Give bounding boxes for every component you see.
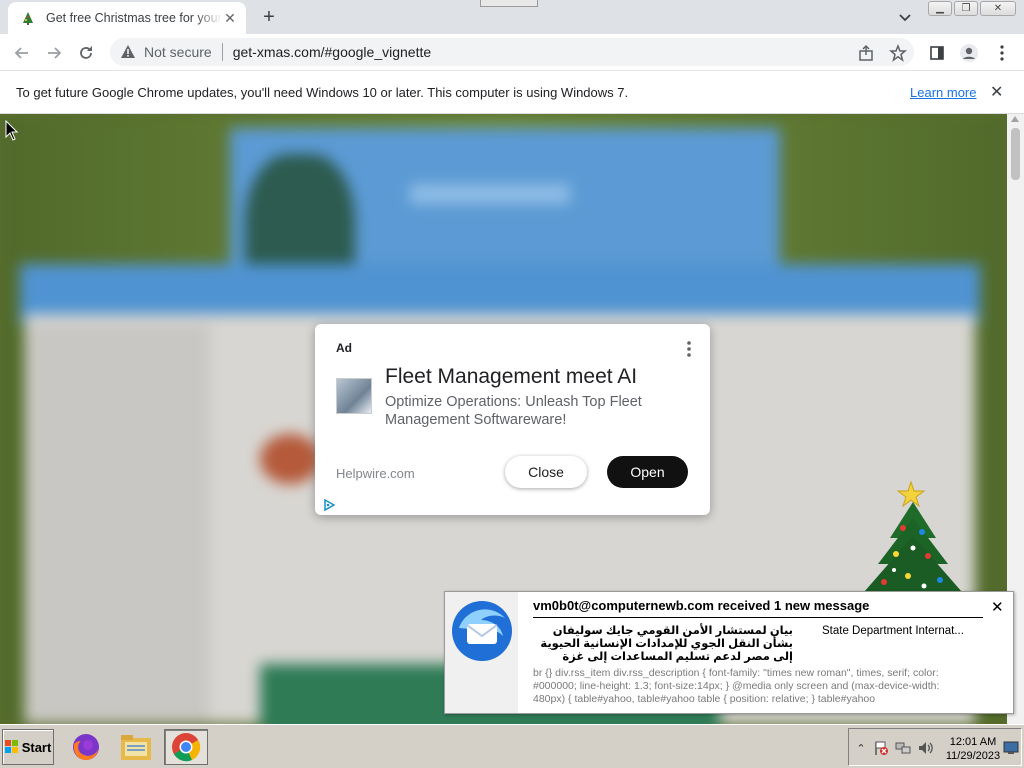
ad-close-button[interactable]: Close <box>505 456 587 488</box>
vignette-ad-dialog: Ad Fleet Management meet AI Optimize Ope… <box>315 324 710 515</box>
infobar-message: To get future Google Chrome updates, you… <box>16 85 629 100</box>
scroll-up-arrow-icon[interactable] <box>1011 116 1019 122</box>
scrollbar-thumb[interactable] <box>1011 128 1020 180</box>
notification-close-icon[interactable]: ✕ <box>991 598 1004 616</box>
omnibox-divider <box>221 43 223 61</box>
kebab-menu-icon[interactable] <box>992 43 1012 63</box>
file-explorer-icon[interactable] <box>114 729 158 765</box>
minimize-button[interactable]: ▁ <box>928 1 952 16</box>
warning-triangle-icon[interactable] <box>120 44 136 60</box>
notification-preview: br {} div.rss_item div.rss_description {… <box>533 667 940 705</box>
action-center-flag-icon[interactable] <box>873 740 889 756</box>
windows-flag-icon <box>4 740 19 754</box>
ad-headline[interactable]: Fleet Management meet AI <box>385 365 637 389</box>
bookmark-star-icon[interactable] <box>888 43 908 63</box>
adchoices-icon[interactable] <box>323 498 336 512</box>
close-window-button[interactable]: ✕ <box>980 1 1016 16</box>
notification-heading: vm0b0t@computernewb.com received 1 new m… <box>533 598 870 613</box>
back-button[interactable] <box>10 41 34 65</box>
forward-button[interactable] <box>42 41 66 65</box>
new-tab-button[interactable]: + <box>258 6 280 28</box>
thunderbird-notification[interactable]: vm0b0t@computernewb.com received 1 new m… <box>444 591 1014 714</box>
learn-more-link[interactable]: Learn more <box>910 85 976 100</box>
ad-thumbnail-image[interactable] <box>336 378 372 414</box>
network-icon[interactable] <box>895 740 911 756</box>
ad-domain[interactable]: Helpwire.com <box>336 466 415 481</box>
volume-icon[interactable] <box>917 740 933 756</box>
restore-button[interactable]: ❐ <box>954 1 978 16</box>
tab-title: Get free Christmas tree for your desktop <box>46 11 222 25</box>
ad-description[interactable]: Optimize Operations: Unleash Top Fleet M… <box>385 393 685 429</box>
window-drag-grip[interactable] <box>480 0 538 7</box>
security-status[interactable]: Not secure <box>144 44 212 60</box>
start-button[interactable]: Start <box>2 729 54 765</box>
clock-date: 11/29/2023 <box>945 750 1001 762</box>
chrome-icon[interactable] <box>164 729 208 765</box>
taskbar-clock[interactable]: 12:01 AM 11/29/2023 <box>945 735 1001 763</box>
ad-options-icon[interactable] <box>683 339 695 359</box>
notification-divider <box>533 617 983 618</box>
show-hidden-icons-chevron-icon[interactable]: ⌃ <box>853 740 869 756</box>
start-label: Start <box>21 739 52 755</box>
tab-close-icon[interactable]: ✕ <box>222 10 238 26</box>
update-infobar: To get future Google Chrome updates, you… <box>0 71 1024 114</box>
christmas-tree-favicon-icon <box>20 10 36 26</box>
share-icon[interactable] <box>856 43 876 63</box>
notification-subject[interactable]: بيان لمستشار الأمن القومي جايك سوليفان ب… <box>533 625 793 664</box>
mouse-cursor-icon <box>5 119 19 145</box>
browser-tab[interactable]: Get free Christmas tree for your desktop… <box>8 2 246 34</box>
infobar-close-icon[interactable]: ✕ <box>990 82 1003 102</box>
firefox-icon[interactable] <box>64 729 108 765</box>
profile-avatar-icon[interactable] <box>959 43 979 63</box>
url-text[interactable]: get-xmas.com/#google_vignette <box>233 44 431 60</box>
tab-search-chevron-icon[interactable] <box>896 8 914 26</box>
ad-label: Ad <box>336 341 352 355</box>
tab-strip: Get free Christmas tree for your desktop… <box>0 0 1024 34</box>
show-desktop-icon[interactable] <box>1003 740 1019 756</box>
browser-toolbar: Not secure get-xmas.com/#google_vignette <box>0 34 1024 71</box>
reload-button[interactable] <box>74 41 98 65</box>
side-panel-icon[interactable] <box>927 43 947 63</box>
notification-icon-pane <box>445 592 518 713</box>
clock-time: 12:01 AM <box>949 736 997 748</box>
christmas-tree-icon[interactable] <box>858 478 968 594</box>
windows-taskbar: Start ⌃ 12:01 AM 11/29/2023 <box>0 724 1024 768</box>
ad-open-button[interactable]: Open <box>607 456 688 488</box>
thunderbird-icon <box>449 598 515 667</box>
notification-sender[interactable]: State Department Internat... <box>822 625 964 637</box>
address-bar[interactable]: Not secure get-xmas.com/#google_vignette <box>110 38 914 66</box>
system-tray: ⌃ 12:01 AM 11/29/2023 <box>848 728 1022 766</box>
